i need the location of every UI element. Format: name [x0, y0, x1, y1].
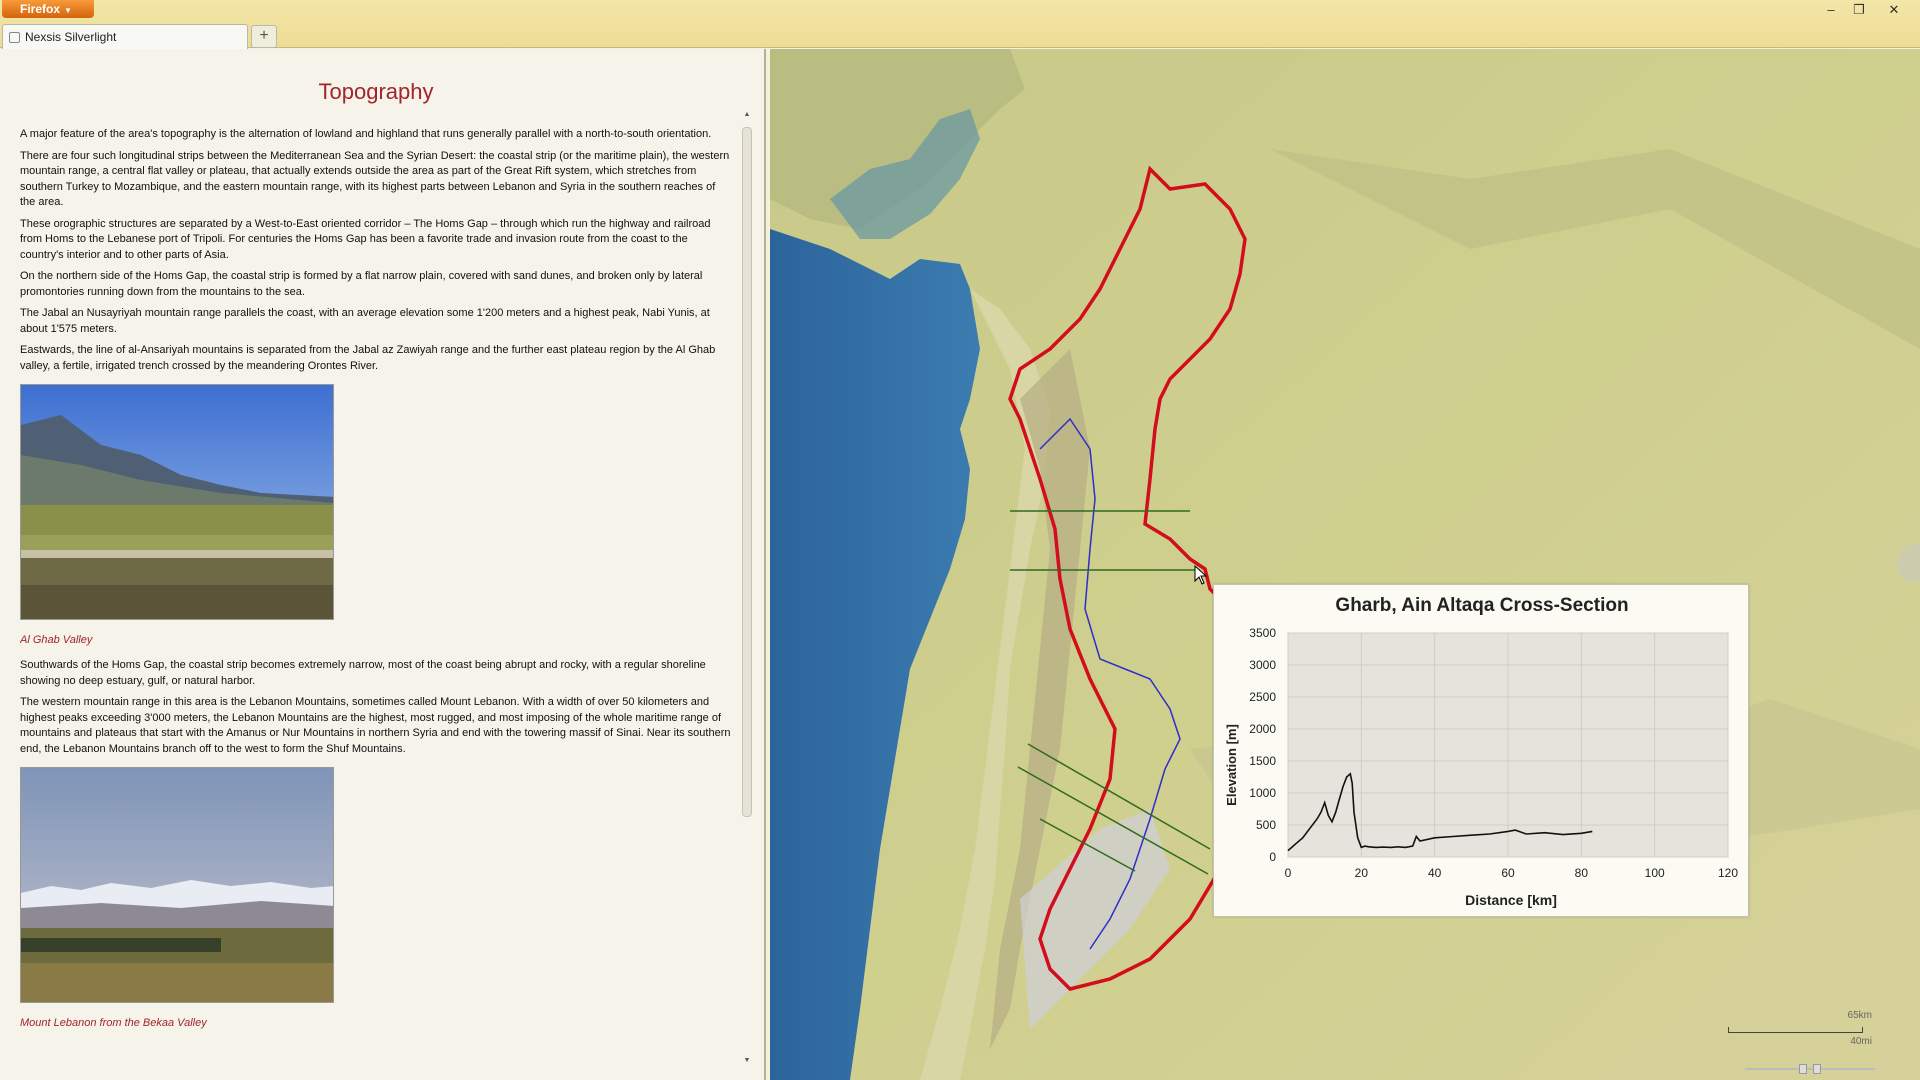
tab-nexsis-silverlight[interactable]: Nexsis Silverlight: [2, 24, 248, 49]
scale-mi-label: 40mi: [1850, 1036, 1872, 1047]
paragraph: Southwards of the Homs Gap, the coastal …: [20, 659, 706, 687]
close-window-button[interactable]: ✕: [1883, 2, 1905, 18]
photo-caption: Mount Lebanon from the Bekaa Valley: [20, 1017, 207, 1029]
article-panel: Topography A major feature of the area's…: [0, 49, 766, 1080]
y-tick-label: 500: [1256, 818, 1276, 832]
y-tick-label: 2500: [1249, 690, 1276, 704]
article-content: Topography A major feature of the area's…: [20, 59, 732, 1059]
paragraph: These orographic structures are separate…: [20, 217, 711, 261]
photo-caption: Al Ghab Valley: [20, 634, 93, 646]
firefox-menu-button[interactable]: Firefox ▼: [2, 0, 94, 18]
y-tick-label: 1000: [1249, 786, 1276, 800]
y-tick-label: 3500: [1249, 626, 1276, 640]
zoom-slider-thumb[interactable]: [1799, 1064, 1807, 1074]
mount-lebanon-photo[interactable]: [20, 767, 334, 1003]
paragraph: There are four such longitudinal strips …: [20, 149, 730, 209]
map-scale-bar: 65km 40mi: [1728, 1010, 1878, 1050]
browser-titlebar: Firefox ▼ ‒ ❐ ✕ Nexsis Silverlight +: [0, 0, 1920, 49]
map-zoom-slider[interactable]: [1745, 1064, 1875, 1074]
map-view[interactable]: ◀: [770, 49, 1920, 1080]
new-tab-button[interactable]: +: [251, 25, 277, 48]
page-title: Topography: [318, 79, 434, 104]
chevron-down-icon: ▼: [64, 6, 72, 15]
scale-line: [1728, 1027, 1863, 1033]
x-tick-label: 40: [1428, 866, 1442, 880]
scroll-down-arrow-icon[interactable]: ▼: [740, 1057, 754, 1069]
x-axis-label: Distance [km]: [1465, 892, 1557, 908]
firefox-menu-label: Firefox: [20, 2, 61, 16]
tab-title: Nexsis Silverlight: [25, 30, 117, 44]
restore-button[interactable]: ❐: [1848, 2, 1870, 18]
paragraph: On the northern side of the Homs Gap, th…: [20, 270, 703, 298]
x-tick-label: 100: [1645, 866, 1665, 880]
paragraph: The Jabal an Nusayriyah mountain range p…: [20, 307, 710, 335]
x-tick-label: 60: [1501, 866, 1515, 880]
al-ghab-valley-photo[interactable]: [20, 384, 334, 620]
paragraph: Eastwards, the line of al-Ansariyah moun…: [20, 344, 716, 372]
y-tick-label: 0: [1269, 850, 1276, 864]
terrain-map[interactable]: [770, 49, 1920, 1080]
x-tick-label: 0: [1285, 866, 1292, 880]
article-scrollbar[interactable]: ▲ ▼: [740, 111, 754, 1069]
y-tick-label: 3000: [1249, 658, 1276, 672]
y-tick-label: 2000: [1249, 722, 1276, 736]
scroll-up-arrow-icon[interactable]: ▲: [740, 111, 754, 123]
scale-km-label: 65km: [1847, 1010, 1872, 1021]
scroll-thumb[interactable]: [742, 127, 752, 817]
mouse-cursor-icon: [1194, 565, 1208, 585]
y-axis-label: Elevation [m]: [1224, 724, 1239, 806]
paragraph: The western mountain range in this area …: [20, 696, 731, 755]
cross-section-chart-panel: Gharb, Ain Altaqa Cross-Section 0 500 1000…: [1213, 584, 1749, 917]
x-tick-label: 80: [1575, 866, 1589, 880]
page-icon: [9, 32, 20, 43]
x-tick-label: 20: [1355, 866, 1369, 880]
zoom-slider-thumb[interactable]: [1813, 1064, 1821, 1074]
y-tick-label: 1500: [1249, 754, 1276, 768]
x-tick-label: 120: [1718, 866, 1738, 880]
cross-section-chart: 0 500 1000 1500 2000 2500 3000 3500 0 20 40 60 80 100…: [1224, 626, 1738, 908]
minimize-button[interactable]: ‒: [1820, 2, 1842, 17]
paragraph: A major feature of the area's topography…: [20, 128, 712, 140]
